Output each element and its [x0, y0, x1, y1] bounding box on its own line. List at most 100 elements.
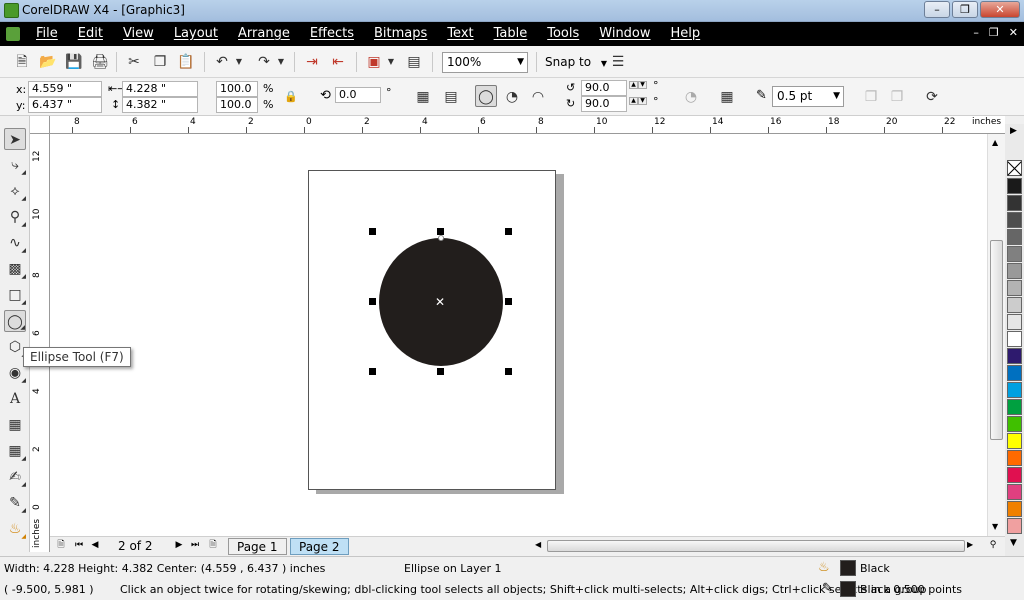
- start-angle-down-button[interactable]: ▼: [638, 81, 647, 89]
- table-tool-icon[interactable]: ▦: [4, 414, 26, 436]
- undo-dropdown-icon[interactable]: ▼: [234, 52, 244, 72]
- ellipse-node[interactable]: [438, 235, 444, 241]
- cut-icon[interactable]: ✂: [124, 52, 144, 72]
- lock-ratio-icon[interactable]: 🔒: [284, 90, 298, 103]
- palette-color-swatch[interactable]: [1007, 331, 1022, 347]
- shape-tool-icon[interactable]: ⤷ ◢: [4, 154, 26, 176]
- palette-color-swatch[interactable]: [1007, 297, 1022, 313]
- drawing-canvas[interactable]: ✕: [50, 134, 987, 536]
- palette-color-swatch[interactable]: [1007, 212, 1022, 228]
- back-minus-front-icon[interactable]: ❐: [860, 86, 882, 108]
- doc-close-icon[interactable]: ✕: [1009, 26, 1018, 39]
- ellipse-tool-icon[interactable]: ◯ ◢: [4, 310, 26, 332]
- minimize-button[interactable]: –: [924, 1, 950, 18]
- copy-icon[interactable]: ❐: [150, 52, 170, 72]
- redo-icon[interactable]: ↷: [254, 52, 274, 72]
- fill-tool-icon[interactable]: ♨ ◢: [4, 518, 26, 540]
- previous-page-icon[interactable]: ◀: [88, 538, 102, 553]
- palette-color-swatch[interactable]: [1007, 280, 1022, 296]
- palette-color-swatch[interactable]: [1007, 399, 1022, 415]
- rotation-angle-input[interactable]: 0.0: [335, 87, 381, 103]
- selection-handle-left[interactable]: [369, 298, 376, 305]
- start-angle-input[interactable]: 90.0: [581, 80, 627, 96]
- menu-text[interactable]: Text: [447, 26, 473, 41]
- palette-color-swatch[interactable]: [1007, 348, 1022, 364]
- selection-handle-bottom-right[interactable]: [505, 368, 512, 375]
- width-input[interactable]: 4.228 ": [122, 81, 198, 97]
- scroll-down-icon[interactable]: ▼: [992, 522, 998, 531]
- end-angle-down-button[interactable]: ▼: [638, 97, 647, 105]
- zoom-navigator-icon[interactable]: ⚲: [986, 538, 1000, 553]
- zoom-level-select[interactable]: 100% ▼: [442, 52, 528, 73]
- palette-color-swatch[interactable]: [1007, 416, 1022, 432]
- horizontal-ruler[interactable]: 8 6 4 2 0 2 4 6 8 10 12 14 16 18 20 22: [50, 116, 1005, 134]
- fill-color-swatch[interactable]: [840, 560, 856, 576]
- scale-y-input[interactable]: 100.0: [216, 97, 258, 113]
- palette-color-swatch[interactable]: [1007, 365, 1022, 381]
- undo-icon[interactable]: ↶: [212, 52, 232, 72]
- menu-tools[interactable]: Tools: [547, 26, 579, 41]
- rectangle-tool-icon[interactable]: □ ◢: [4, 284, 26, 306]
- crop-tool-icon[interactable]: ⟡ ◢: [4, 180, 26, 202]
- paste-icon[interactable]: 📋: [176, 52, 196, 72]
- first-page-icon[interactable]: ⏮: [72, 538, 86, 553]
- menu-layout[interactable]: Layout: [174, 26, 218, 41]
- scroll-up-icon[interactable]: ▲: [992, 138, 998, 147]
- wrap-text-icon[interactable]: ▦: [716, 86, 738, 108]
- smart-fill-tool-icon[interactable]: ▩ ◢: [4, 258, 26, 280]
- menu-arrange[interactable]: Arrange: [238, 26, 290, 41]
- close-button[interactable]: ✕: [980, 1, 1020, 18]
- menu-file[interactable]: File: [36, 26, 58, 41]
- pick-tool-icon[interactable]: ➤: [4, 128, 26, 150]
- y-position-input[interactable]: 6.437 ": [28, 97, 102, 113]
- menu-window[interactable]: Window: [599, 26, 650, 41]
- ellipse-mode-icon[interactable]: ◯: [475, 85, 497, 107]
- menu-effects[interactable]: Effects: [310, 26, 354, 41]
- ruler-origin[interactable]: [30, 116, 50, 134]
- add-page-after-icon[interactable]: 🗎: [206, 538, 220, 553]
- palette-color-swatch[interactable]: [1007, 484, 1022, 500]
- selection-handle-bottom[interactable]: [437, 368, 444, 375]
- palette-color-swatch[interactable]: [1007, 382, 1022, 398]
- palette-color-swatch[interactable]: [1007, 314, 1022, 330]
- start-angle-up-button[interactable]: ▲: [629, 81, 638, 89]
- menu-help[interactable]: Help: [671, 26, 701, 41]
- convert-to-curves-icon[interactable]: ⟳: [921, 86, 943, 108]
- palette-color-swatch[interactable]: [1007, 246, 1022, 262]
- snap-to-dropdown[interactable]: Snap to ▼: [545, 55, 607, 69]
- end-angle-up-button[interactable]: ▲: [629, 97, 638, 105]
- outline-color-swatch[interactable]: [840, 581, 856, 597]
- export-icon[interactable]: ⇤: [328, 52, 348, 72]
- import-icon[interactable]: ⇥: [302, 52, 322, 72]
- welcome-screen-icon[interactable]: ▤: [404, 52, 424, 72]
- palette-color-swatch[interactable]: [1007, 501, 1022, 517]
- outline-tool-icon[interactable]: ✎ ◢: [4, 492, 26, 514]
- mirror-vertical-icon[interactable]: ▤: [440, 86, 462, 108]
- vertical-ruler[interactable]: 12 10 8 6 4 2 0 inches: [30, 134, 50, 552]
- end-angle-input[interactable]: 90.0: [581, 96, 627, 112]
- direction-icon[interactable]: ◔: [680, 86, 702, 108]
- palette-color-swatch[interactable]: [1007, 433, 1022, 449]
- freehand-tool-icon[interactable]: ∿ ◢: [4, 232, 26, 254]
- launcher-dropdown-icon[interactable]: ▼: [386, 52, 396, 72]
- application-launcher-icon[interactable]: ▣: [364, 52, 384, 72]
- selection-handle-bottom-left[interactable]: [369, 368, 376, 375]
- scroll-left-icon[interactable]: ◀: [535, 540, 541, 549]
- doc-restore-icon[interactable]: ❐: [989, 26, 999, 39]
- menu-table[interactable]: Table: [494, 26, 528, 41]
- mirror-horizontal-icon[interactable]: ▦: [412, 86, 434, 108]
- open-folder-icon[interactable]: 📂: [38, 52, 58, 72]
- palette-color-swatch[interactable]: [1007, 263, 1022, 279]
- scale-x-input[interactable]: 100.0: [216, 81, 258, 97]
- selection-handle-top-right[interactable]: [505, 228, 512, 235]
- menu-bitmaps[interactable]: Bitmaps: [374, 26, 427, 41]
- horizontal-scrollbar[interactable]: ◀ ▶: [535, 539, 975, 553]
- selection-handle-top-left[interactable]: [369, 228, 376, 235]
- palette-color-swatch[interactable]: [1007, 195, 1022, 211]
- page-tab-1[interactable]: Page 1: [228, 538, 287, 555]
- palette-scroll-right-icon[interactable]: ▶: [1010, 126, 1017, 136]
- options-icon[interactable]: ☰: [608, 52, 628, 72]
- selection-handle-right[interactable]: [505, 298, 512, 305]
- zoom-tool-icon[interactable]: ⚲ ◢: [4, 206, 26, 228]
- palette-color-swatch[interactable]: [1007, 467, 1022, 483]
